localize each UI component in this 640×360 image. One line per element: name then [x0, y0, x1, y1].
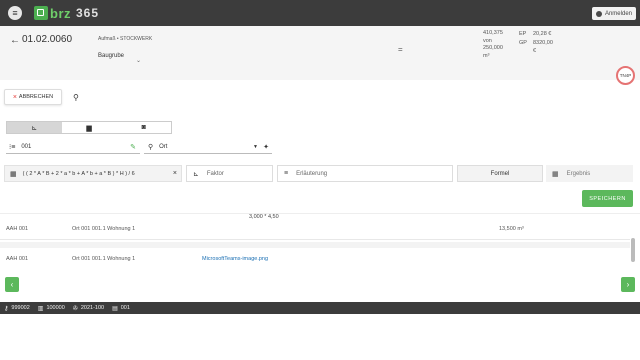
unit-price-label: EP: [519, 31, 527, 37]
result-field: ▦ Ergebnis: [546, 165, 633, 182]
total-price-label: GP: [519, 39, 527, 46]
stat-of-label: von: [483, 37, 492, 44]
explanation-field[interactable]: ≡ Erläuterung: [277, 165, 453, 182]
price-labels: EP GP: [519, 30, 527, 47]
stat-unit: m³: [483, 52, 490, 59]
stat-quantity: 410,375: [483, 30, 503, 36]
logo-mark-icon: [34, 6, 48, 20]
position-select[interactable]: ⁝≡ 001 ✎: [6, 140, 140, 154]
close-icon: ×: [12, 93, 17, 101]
breadcrumb: Aufmaß • STOCKWERK: [98, 36, 153, 42]
logo-text-secondary: 365: [76, 6, 100, 20]
equals-icon: =: [398, 45, 403, 54]
status-item-position: ▤ 001: [112, 305, 130, 312]
previous-button[interactable]: ‹: [5, 277, 19, 292]
row-location: Ort 001 001.1 Wohnung 1: [72, 256, 136, 262]
top-app-bar: ≡ brz 365 Anmelden: [0, 0, 640, 26]
list-scrollbar[interactable]: [631, 238, 635, 262]
status-key-value: 999002: [11, 305, 30, 311]
attachment-link[interactable]: MicrosoftTeams-image.png: [202, 256, 268, 262]
list-icon: ▤: [112, 305, 118, 312]
logo-text-primary: brz: [50, 5, 71, 21]
view-tabs: ⊾ ▆ ◙: [6, 121, 172, 134]
save-button[interactable]: SPEICHERN: [582, 190, 633, 207]
price-values: 20,28 € 8320,00 €: [533, 30, 553, 56]
table-row[interactable]: AAH 001 Ort 001 001.1 Wohnung 1 Microsof…: [0, 251, 630, 269]
camera-icon: ◙: [141, 124, 146, 131]
row-divider: [0, 242, 630, 248]
total-price-currency: €: [533, 48, 537, 54]
location-select[interactable]: ⚲ Ort ▼ ✦: [144, 140, 272, 154]
login-button-label: Anmelden: [604, 10, 632, 17]
factor-placeholder: Faktor: [206, 170, 224, 177]
result-placeholder: Ergebnis: [566, 170, 591, 177]
formula-value: ( ( 2 * A * B + 2 * a * b + A * b + a * …: [22, 170, 135, 177]
cancel-button-label: ABBRECHEN: [18, 94, 54, 100]
status-item-project: ✇ 2021-100: [73, 305, 104, 312]
section-select[interactable]: Baugrube: [98, 53, 124, 59]
status-building-value: 100000: [46, 305, 65, 311]
ruler-icon: ⊾: [193, 170, 199, 178]
status-project-value: 2021-100: [80, 305, 105, 311]
dropdown-arrow-icon[interactable]: ▼: [253, 144, 258, 150]
app-logo: brz 365: [34, 5, 99, 21]
status-bar: ⚷ 999002 ▥ 100000 ✇ 2021-100 ▤ 001: [0, 302, 640, 314]
status-position-value: 001: [120, 305, 130, 311]
cancel-button[interactable]: × ABBRECHEN: [4, 89, 62, 105]
hamburger-menu-icon[interactable]: ≡: [8, 6, 22, 20]
factor-field[interactable]: ⊾ Faktor: [186, 165, 273, 182]
key-icon: ⚷: [4, 305, 9, 312]
tab-photos[interactable]: ◙: [116, 122, 172, 133]
text-lines-icon: ≡: [284, 170, 289, 177]
document-number: 01.02.0060: [22, 34, 73, 45]
pin-icon[interactable]: ✎: [130, 143, 136, 151]
list-numbered-icon: ⁝≡: [9, 143, 16, 151]
pin-icon[interactable]: ✦: [263, 143, 269, 151]
stat-planned: 250,000: [483, 45, 503, 51]
chevron-right-icon: ›: [626, 280, 630, 289]
row-result: 13,500 m³: [499, 226, 524, 232]
user-icon: [595, 10, 602, 17]
formula-button[interactable]: Formel: [457, 165, 543, 182]
explanation-placeholder: Erläuterung: [296, 170, 328, 177]
chevron-left-icon: ‹: [10, 280, 14, 289]
total-price-value: 8320,00: [533, 39, 553, 46]
table-row[interactable]: AAH 001 Ort 001 001.1 Wohnung 1 13,500 m…: [0, 220, 630, 240]
status-item-key: ⚷ 999002: [4, 305, 30, 312]
login-button[interactable]: Anmelden: [591, 7, 636, 20]
location-value: Ort: [159, 143, 168, 150]
chevron-down-icon[interactable]: ⌄: [136, 57, 141, 64]
project-icon: ✇: [72, 305, 78, 312]
avatar[interactable]: TN4P: [616, 66, 635, 85]
search-icon[interactable]: ⚲: [73, 93, 79, 102]
building-icon: ▥: [37, 305, 44, 312]
formula-input[interactable]: ▦ ( ( 2 * A * B + 2 * a * b + A * b + a …: [4, 165, 182, 182]
status-item-building: ▥ 100000: [38, 305, 65, 312]
ruler-icon: ⊾: [31, 124, 38, 132]
row-code: AAH 001: [6, 226, 29, 232]
calculator-icon: ▦: [10, 170, 17, 178]
row-location: Ort 001 001.1 Wohnung 1: [72, 226, 136, 232]
back-arrow-icon[interactable]: ←: [10, 35, 20, 46]
location-pin-icon: ⚲: [148, 143, 154, 151]
document-header: ← 01.02.0060 Aufmaß • STOCKWERK Baugrube…: [0, 26, 640, 85]
next-button[interactable]: ›: [621, 277, 635, 292]
position-value: 001: [21, 143, 32, 150]
row-code: AAH 001: [6, 256, 29, 262]
calculator-icon: ▦: [552, 170, 559, 178]
tab-comments[interactable]: ▆: [61, 122, 117, 133]
clear-icon[interactable]: ×: [173, 170, 177, 177]
comment-icon: ▆: [86, 124, 92, 132]
unit-price-value: 20,28 €: [533, 31, 552, 37]
quantity-stats: 410,375 von 250,000 m³: [483, 30, 503, 60]
tab-measure[interactable]: ⊾: [7, 122, 62, 133]
